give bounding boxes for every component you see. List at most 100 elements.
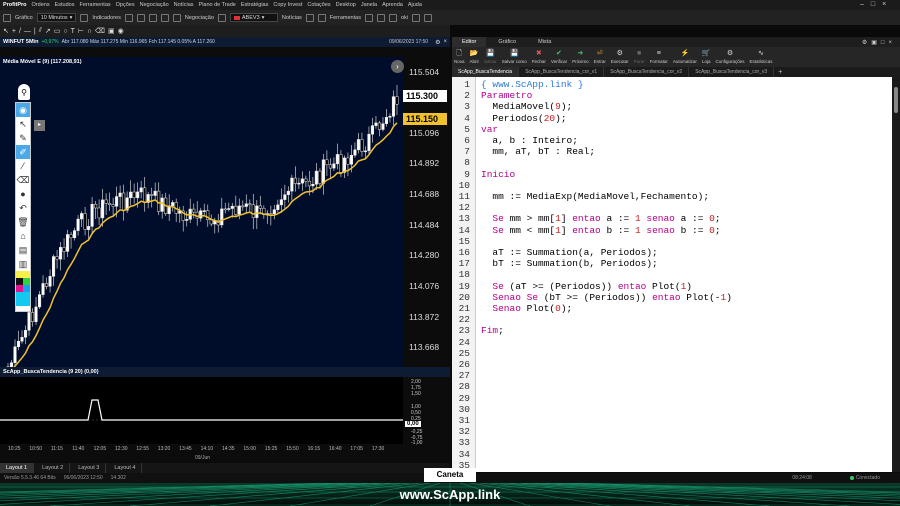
ribbon-check-button[interactable]: ✔ Verificar <box>551 50 567 64</box>
ribbon-run-button[interactable]: ⚙ Executar <box>611 50 629 64</box>
ribbon-save-button[interactable]: 💾 Salvar <box>484 50 497 64</box>
menu-ordens[interactable]: Ordens <box>32 2 50 8</box>
zoom-icon[interactable] <box>160 13 169 22</box>
menu-estudos[interactable]: Estudos <box>55 2 75 8</box>
add-tab-icon[interactable]: + <box>774 69 786 76</box>
color-swatch-magenta[interactable] <box>16 285 30 292</box>
eraser-icon[interactable]: ⌫ <box>95 27 105 35</box>
file-tab-v3[interactable]: ScApp_BuscaTendencia_cor_v3 <box>689 67 775 77</box>
ribbon-automate-button[interactable]: ⚡ Automatizar <box>673 50 697 64</box>
chart-close-icon[interactable]: × <box>443 39 447 45</box>
menu-noticias[interactable]: Notícias <box>174 2 194 8</box>
ribbon-store-button[interactable]: 🛒 Loja <box>702 50 711 64</box>
eraser-tool-icon[interactable]: ⌫ <box>16 173 30 187</box>
file-tab-v1[interactable]: ScApp_BuscaTendencia_cor_v1 <box>519 67 605 77</box>
layout-tab-4[interactable]: Layout 4 <box>108 463 143 473</box>
chart-icon[interactable] <box>3 13 11 22</box>
menu-aprenda[interactable]: Aprenda <box>382 2 403 8</box>
grid-icon[interactable] <box>172 13 181 22</box>
crosshair-icon[interactable] <box>80 13 89 22</box>
vline-icon[interactable]: | <box>34 28 36 35</box>
alarm-icon[interactable] <box>376 13 385 22</box>
ruler-icon[interactable]: ⊢ <box>78 27 84 35</box>
color-swatch-yellow[interactable] <box>16 271 30 278</box>
order-icon[interactable] <box>217 13 226 22</box>
color-swatch-green[interactable] <box>16 278 30 285</box>
ribbon-stats-button[interactable]: ∿ Estatísticas <box>749 50 772 64</box>
menu-estrategias[interactable]: Estratégias <box>241 2 269 8</box>
file-tab-v2[interactable]: ScApp_BuscaTendencia_cor_v2 <box>604 67 690 77</box>
news-button[interactable]: Notícias <box>282 15 302 21</box>
rect-icon[interactable]: ▭ <box>54 27 61 35</box>
doc-tool-icon[interactable]: ▥ <box>16 257 30 271</box>
menu-negociacao[interactable]: Negociação <box>140 2 169 8</box>
menu-copy-invest[interactable]: Copy Invest <box>273 2 302 8</box>
cursor-icon[interactable]: ↖ <box>3 27 9 35</box>
layout-tab-1[interactable]: Layout 1 <box>0 463 35 473</box>
ribbon-save-as-button[interactable]: 💾 Salvar como <box>502 50 527 64</box>
eye-icon[interactable]: ◉ <box>118 27 124 35</box>
line-tool-icon[interactable] <box>124 13 133 22</box>
arrow-icon[interactable]: ↗ <box>45 27 51 35</box>
ribbon-format-button[interactable]: ≡ Formatar <box>650 50 668 64</box>
undo-tool-icon[interactable]: ↶ <box>16 201 30 215</box>
magnet-icon[interactable]: ∩ <box>87 28 92 35</box>
menu-janela[interactable]: Janela <box>361 2 377 8</box>
plus-icon[interactable]: + <box>12 28 16 35</box>
fib-tool-icon[interactable] <box>136 13 145 22</box>
brush-tool-icon[interactable]: ✐ <box>16 145 30 159</box>
channel-icon[interactable]: ⫽ <box>39 27 42 35</box>
scroll-right-icon[interactable]: › <box>391 60 404 73</box>
trade-button[interactable]: Negociação <box>185 15 214 21</box>
trash-tool-icon[interactable]: 🗑 <box>16 215 30 229</box>
eye-tool-icon[interactable]: ◉ <box>16 103 30 117</box>
color-swatch-cyan[interactable] <box>16 292 30 306</box>
chart-button[interactable]: Gráfico <box>15 15 33 21</box>
ribbon-stop-button[interactable]: ■ Parar <box>634 50 645 64</box>
image-tool-icon[interactable]: ▤ <box>16 243 30 257</box>
circle-icon[interactable]: ○ <box>63 28 67 35</box>
pointer-tool-icon[interactable]: ↖ <box>16 117 30 131</box>
menu-ferramentas[interactable]: Ferramentas <box>79 2 110 8</box>
palette-popout-icon[interactable]: ▸ <box>34 120 45 131</box>
menu-ajuda[interactable]: Ajuda <box>408 2 422 8</box>
maximize-icon[interactable]: □ <box>871 1 875 8</box>
file-tab-main[interactable]: ScApp_BuscaTendencia <box>452 67 520 77</box>
ribbon-open-button[interactable]: 📂 Abrir <box>470 50 480 64</box>
settings-gear-icon[interactable] <box>423 13 432 22</box>
dot-tool-icon[interactable]: ● <box>16 187 30 201</box>
news-icon[interactable] <box>305 13 314 22</box>
line-icon[interactable]: / <box>19 28 21 35</box>
interval-select[interactable]: 10 Minutos ▾ <box>36 13 77 22</box>
stamp-tool-icon[interactable]: ⌂ <box>16 229 30 243</box>
ribbon-settings-button[interactable]: ⚙ Configurações <box>715 50 744 64</box>
tools-button[interactable]: Ferramentas <box>330 15 361 21</box>
ribbon-next-button[interactable]: ➜ Próximo <box>572 50 589 64</box>
asset-select[interactable]: ABEV3 ▾ <box>229 13 278 22</box>
tab-editor[interactable]: Editor <box>452 37 487 47</box>
user-icon[interactable] <box>411 13 420 22</box>
lock-icon[interactable]: ▣ <box>108 27 115 35</box>
palette-handle-icon[interactable]: ⚲ <box>18 84 30 100</box>
text-tool-icon[interactable] <box>148 13 157 22</box>
layout-tab-2[interactable]: Layout 2 <box>36 463 71 473</box>
price-chart[interactable] <box>0 57 403 375</box>
layout-tab-3[interactable]: Layout 3 <box>72 463 107 473</box>
highlighter-tool-icon[interactable]: ⁄ <box>16 159 30 173</box>
menu-opcoes[interactable]: Opções <box>116 2 135 8</box>
editor-scrollbar[interactable] <box>892 77 900 472</box>
book-icon[interactable] <box>317 13 326 22</box>
ribbon-close-button[interactable]: ✖ Fechar <box>532 50 546 64</box>
minimize-icon[interactable]: – <box>860 1 864 8</box>
tab-grafico[interactable]: Gráfico <box>488 37 526 47</box>
hline-icon[interactable]: — <box>24 28 31 35</box>
bell-icon[interactable] <box>388 13 397 22</box>
ribbon-enter-button[interactable]: ⏎ Entrar <box>594 50 606 64</box>
menu-cotacoes[interactable]: Cotações <box>307 2 330 8</box>
code-editor[interactable]: 1 2 3 4 5 6 7 8 9 10 11 12 13 14 15 16 17 18 19 20 21 22 23 24 2… <box>452 77 892 472</box>
menu-desktop[interactable]: Desktop <box>336 2 356 8</box>
calc-icon[interactable] <box>364 13 373 22</box>
close-window-icon[interactable]: × <box>882 1 886 8</box>
tab-mista[interactable]: Mista <box>528 37 561 47</box>
ribbon-new-button[interactable]: 🗋 Nova <box>454 50 465 64</box>
